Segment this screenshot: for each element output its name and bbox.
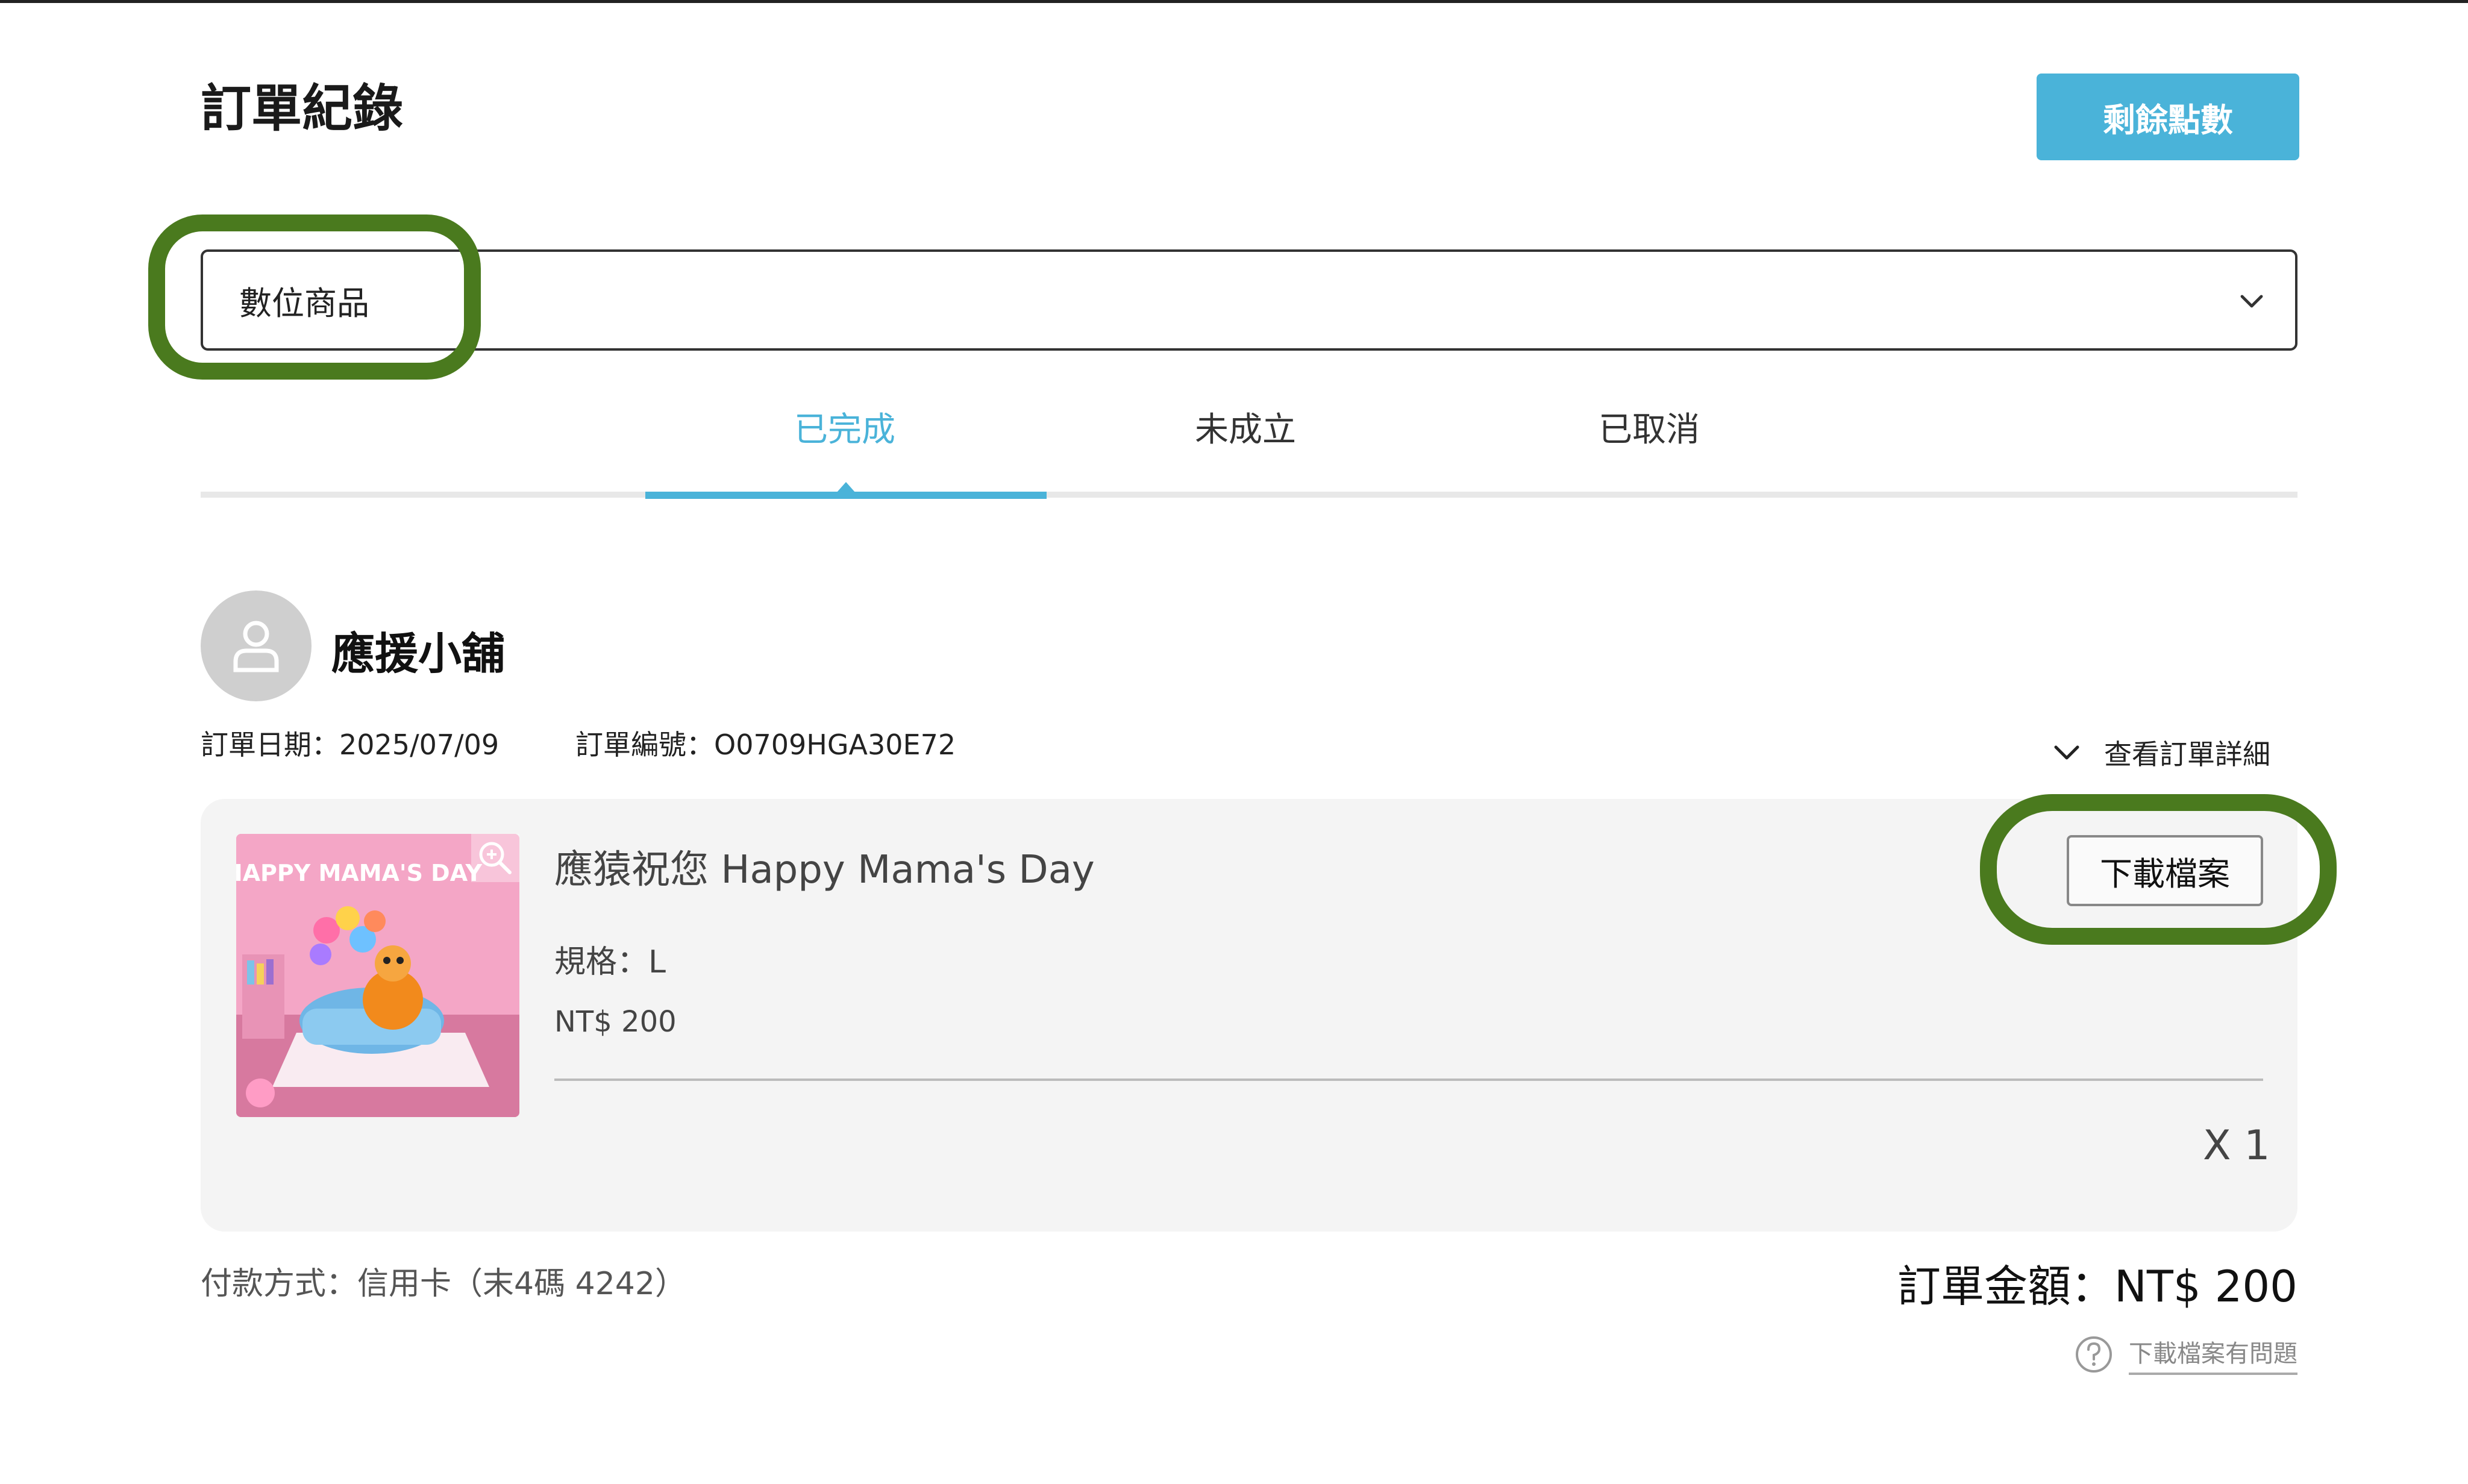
page-title: 訂單紀錄 — [201, 79, 404, 138]
tab-not-established[interactable]: 未成立 — [1195, 402, 1296, 451]
product-spec: 規格：L — [554, 944, 666, 980]
order-total: 訂單金額：NT$ 200 — [1897, 1261, 2297, 1312]
annotation-highlight-download — [1980, 794, 2337, 945]
product-title[interactable]: 應猿祝您 Happy Mama's Day — [554, 839, 1095, 894]
product-image-text: HAPPY MAMA'S DAY — [236, 860, 482, 886]
tab-caret-icon — [836, 482, 856, 493]
tab-completed[interactable]: 已完成 — [794, 402, 895, 451]
tab-cancelled[interactable]: 已取消 — [1599, 402, 1700, 451]
item-divider — [554, 1079, 2263, 1081]
store-name: 應援小舖 — [331, 628, 506, 679]
product-quantity: X 1 — [2203, 1122, 2270, 1169]
download-help-link[interactable]: 下載檔案有問題 — [2075, 1334, 2297, 1375]
chevron-down-icon — [2054, 745, 2079, 760]
view-order-details-link[interactable]: 查看訂單詳細 — [2053, 733, 2270, 772]
remaining-points-button[interactable]: 剩餘點數 — [2037, 74, 2299, 160]
store-avatar — [201, 590, 312, 701]
view-order-details-label: 查看訂單詳細 — [2104, 738, 2270, 771]
chevron-down-icon — [2240, 295, 2263, 308]
download-help-label: 下載檔案有問題 — [2129, 1334, 2297, 1375]
payment-method: 付款方式：信用卡（末4碼 4242） — [201, 1266, 686, 1302]
product-price: NT$ 200 — [554, 1005, 677, 1039]
order-number: 訂單編號：O0709HGA30E72 — [575, 728, 956, 761]
zoom-in-icon[interactable] — [471, 834, 519, 882]
annotation-highlight-select — [148, 214, 481, 380]
user-icon — [233, 621, 279, 672]
tab-track — [201, 492, 2297, 498]
order-date: 訂單日期：2025/07/09 — [201, 728, 500, 761]
question-circle-icon — [2076, 1336, 2112, 1373]
order-status-tabs: 已完成 未成立 已取消 — [201, 386, 2297, 506]
product-type-select[interactable]: 數位商品 — [201, 249, 2297, 351]
top-border — [0, 0, 2468, 3]
